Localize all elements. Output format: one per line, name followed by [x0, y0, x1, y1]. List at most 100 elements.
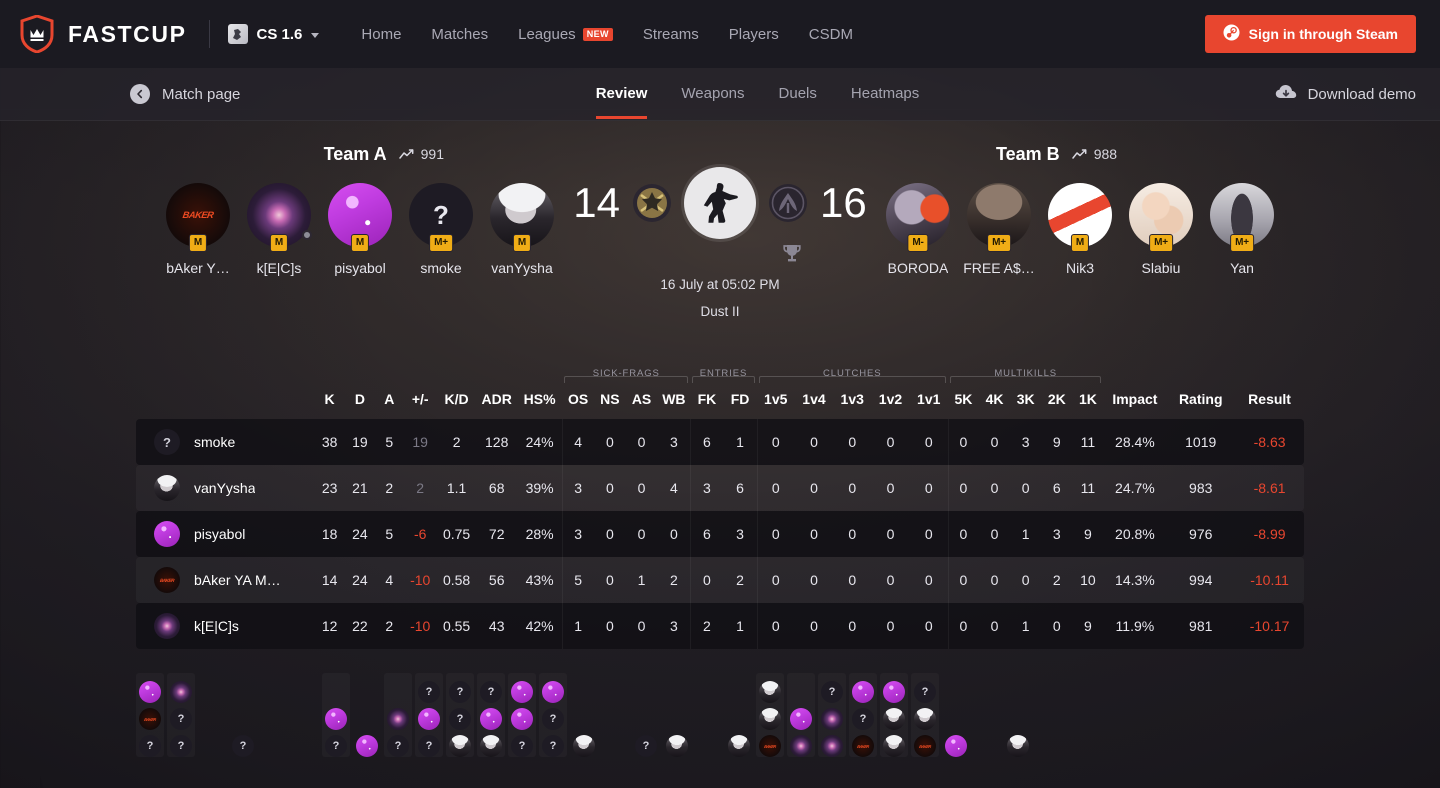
round-column[interactable]	[756, 673, 784, 757]
col-1v4[interactable]: 1v4	[795, 379, 833, 419]
col-fd[interactable]: FD	[723, 379, 756, 419]
roster-player-a-2[interactable]: M pisyabol	[322, 183, 398, 276]
roster-player-b-4[interactable]: M+ Yan	[1204, 183, 1280, 276]
col-d[interactable]: D	[345, 379, 375, 419]
col-a[interactable]: A	[375, 379, 403, 419]
round-column[interactable]: ??	[446, 673, 474, 757]
round-column[interactable]: ??	[167, 673, 195, 757]
col-1v2[interactable]: 1v2	[871, 379, 909, 419]
round-column[interactable]	[601, 673, 629, 757]
round-column[interactable]	[353, 673, 381, 757]
col-ns[interactable]: NS	[594, 379, 626, 419]
col-adr[interactable]: ADR	[476, 379, 517, 419]
col-plusminus[interactable]: +/-	[404, 379, 437, 419]
round-column[interactable]	[1035, 673, 1063, 757]
round-column[interactable]	[1004, 673, 1032, 757]
round-column[interactable]	[663, 673, 691, 757]
round-column[interactable]	[942, 673, 970, 757]
kill-avatar: ?	[542, 708, 564, 730]
game-selector[interactable]: CS 1.6	[227, 24, 320, 44]
round-column[interactable]	[198, 673, 226, 757]
round-column[interactable]: ?	[322, 673, 350, 757]
nav-link-csdm[interactable]: CSDM	[809, 26, 853, 43]
nav-link-label: CSDM	[808, 25, 853, 43]
round-column[interactable]	[260, 673, 288, 757]
cell-c3: 0	[833, 465, 871, 511]
col-fk[interactable]: FK	[690, 379, 723, 419]
roster-player-b-0[interactable]: M- BORODA	[880, 183, 956, 276]
round-column[interactable]	[694, 673, 722, 757]
tab-duels[interactable]: Duels	[779, 69, 817, 119]
sign-in-steam-button[interactable]: Sign in through Steam	[1204, 15, 1416, 53]
cell-player: bAker YA M…	[136, 557, 314, 603]
kill-avatar: ?	[914, 681, 936, 703]
col-rating[interactable]: Rating	[1166, 379, 1235, 419]
table-row[interactable]: ? smoke 38 19 5 19 2 128 24% 4 0 0 3 6 1 0 0 0 0 0 0 0 3 9 11 2…	[136, 419, 1304, 465]
nav-link-home[interactable]: Home	[361, 26, 401, 43]
roster-player-a-0[interactable]: M bAker Y…	[160, 183, 236, 276]
nav-link-streams[interactable]: Streams	[643, 26, 699, 43]
avatar-wrap: M+	[1129, 183, 1193, 252]
col-2k[interactable]: 2K	[1041, 379, 1072, 419]
round-column[interactable]: ?	[508, 673, 536, 757]
cell-result: -10.17	[1235, 603, 1304, 649]
round-column[interactable]: ?	[229, 673, 257, 757]
round-column[interactable]: ?	[849, 673, 877, 757]
roster-player-b-3[interactable]: M+ Slabiu	[1123, 183, 1199, 276]
col-kd[interactable]: K/D	[437, 379, 477, 419]
nav-link-leagues[interactable]: Leagues NEW	[518, 26, 613, 43]
table-row[interactable]: vanYysha 23 21 2 2 1.1 68 39% 3 0 0 4 3 6 0 0 0 0 0 0 0 0 6 11…	[136, 465, 1304, 511]
col-5k[interactable]: 5K	[948, 379, 979, 419]
col-as[interactable]: AS	[626, 379, 658, 419]
tab-review[interactable]: Review	[595, 69, 647, 119]
tab-weapons[interactable]: Weapons	[681, 69, 744, 119]
col-os[interactable]: OS	[562, 379, 594, 419]
team-a-elo-value: 991	[420, 146, 444, 162]
cell-a: 2	[375, 465, 403, 511]
col-impact[interactable]: Impact	[1103, 379, 1166, 419]
table-row[interactable]: pisyabol 18 24 5 -6 0.75 72 28% 3 0 0 0 6 3 0 0 0 0 0 0 0 1 3…	[136, 511, 1304, 557]
col-1v5[interactable]: 1v5	[757, 379, 795, 419]
membership-badge: M+	[1230, 234, 1254, 252]
cell-impact: 24.7%	[1103, 465, 1166, 511]
brand-logo[interactable]: FASTCUP	[20, 15, 187, 53]
download-demo-button[interactable]: Download demo	[1275, 84, 1416, 105]
col-4k[interactable]: 4K	[979, 379, 1010, 419]
col-1v3[interactable]: 1v3	[833, 379, 871, 419]
round-column[interactable]: ?	[477, 673, 505, 757]
col-1k[interactable]: 1K	[1072, 379, 1103, 419]
col-k[interactable]: K	[314, 379, 344, 419]
round-column[interactable]	[787, 673, 815, 757]
roster-player-a-3[interactable]: ? M+ smoke	[403, 183, 479, 276]
round-column[interactable]: ?	[911, 673, 939, 757]
cell-hs: 28%	[517, 511, 563, 557]
back-to-match-page-link[interactable]: Match page	[130, 84, 240, 104]
col-wb[interactable]: WB	[657, 379, 690, 419]
col-hs[interactable]: HS%	[517, 379, 562, 419]
round-column[interactable]	[725, 673, 753, 757]
round-column[interactable]: ?	[818, 673, 846, 757]
table-row[interactable]: bAker YA M… 14244-100.585643%50120200000…	[136, 557, 1304, 603]
round-column[interactable]: ??	[539, 673, 567, 757]
col-result[interactable]: Result	[1235, 379, 1304, 419]
roster-player-b-1[interactable]: M+ FREE A$…	[961, 183, 1037, 276]
tab-heatmaps[interactable]: Heatmaps	[851, 69, 919, 119]
download-demo-label: Download demo	[1307, 85, 1416, 103]
round-column[interactable]	[973, 673, 1001, 757]
round-column[interactable]: ?	[632, 673, 660, 757]
roster-player-b-2[interactable]: M Nik3	[1042, 183, 1118, 276]
cell-m4: 0	[978, 511, 1011, 557]
nav-link-players[interactable]: Players	[729, 26, 779, 43]
col-1v1[interactable]: 1v1	[910, 379, 948, 419]
round-column[interactable]	[880, 673, 908, 757]
round-column[interactable]: ?	[136, 673, 164, 757]
round-column[interactable]	[291, 673, 319, 757]
round-column[interactable]	[570, 673, 598, 757]
nav-link-matches[interactable]: Matches	[431, 26, 488, 43]
table-row[interactable]: k[E|C]s 12 22 2 -10 0.55 43 42% 1 0 0 3 2 1 0 0 0 0 0 0 0 1 0…	[136, 603, 1304, 649]
round-column[interactable]: ?	[384, 673, 412, 757]
col-3k[interactable]: 3K	[1010, 379, 1041, 419]
round-column[interactable]: ??	[415, 673, 443, 757]
kill-avatar	[170, 681, 192, 703]
roster-player-a-1[interactable]: M k[E|C]s	[241, 183, 317, 276]
